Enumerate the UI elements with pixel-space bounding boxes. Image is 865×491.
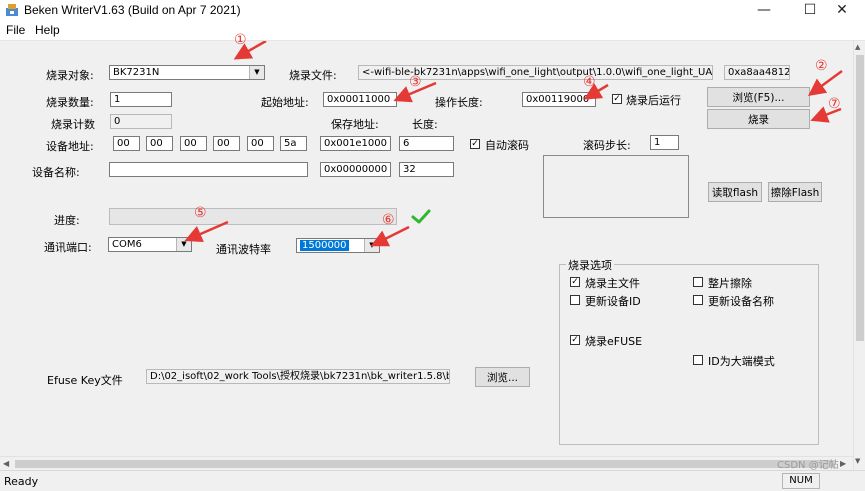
minimize-button[interactable]: — bbox=[741, 0, 787, 20]
scroll-up-icon[interactable]: ▲ bbox=[855, 43, 860, 51]
scroll-right-icon[interactable]: ▶ bbox=[840, 459, 846, 468]
title-bar: Beken WriterV1.63 (Build on Apr 7 2021) … bbox=[0, 0, 865, 20]
status-bar: Ready NUM CSDN @记帖 bbox=[0, 460, 865, 491]
watermark: CSDN @记帖 bbox=[777, 460, 839, 471]
annotation-7: ⑦ bbox=[828, 96, 841, 112]
app-icon bbox=[6, 4, 18, 16]
annotation-2: ② bbox=[815, 58, 828, 74]
menu-help[interactable]: Help bbox=[35, 23, 60, 37]
scroll-left-icon[interactable]: ◀ bbox=[3, 459, 9, 468]
menu-file[interactable]: File bbox=[6, 23, 25, 37]
horizontal-scrollbar[interactable]: ◀ ▶ bbox=[0, 456, 853, 471]
num-lock-indicator: NUM bbox=[782, 473, 820, 489]
scroll-down-icon[interactable]: ▼ bbox=[855, 457, 860, 465]
vertical-scrollbar[interactable]: ▲ ▼ bbox=[853, 41, 865, 470]
annotation-5: ⑤ bbox=[194, 205, 207, 221]
window-title: Beken WriterV1.63 (Build on Apr 7 2021) bbox=[24, 3, 241, 17]
close-button[interactable]: ✕ bbox=[819, 0, 865, 20]
main-panel: 烧录对象: BK7231N ▼ 烧录文件: <-wifi-ble-bk7231n… bbox=[0, 32, 853, 456]
menu-bar: File Help bbox=[0, 20, 865, 41]
annotation-6: ⑥ bbox=[382, 212, 395, 228]
annotation-arrows bbox=[184, 41, 843, 247]
status-text: Ready bbox=[4, 475, 39, 488]
annotation-4: ④ bbox=[583, 74, 596, 90]
annotation-1: ① bbox=[234, 32, 247, 48]
annotation-3: ③ bbox=[409, 74, 422, 90]
horizontal-scroll-thumb[interactable] bbox=[15, 460, 835, 468]
vertical-scroll-thumb[interactable] bbox=[856, 55, 864, 341]
